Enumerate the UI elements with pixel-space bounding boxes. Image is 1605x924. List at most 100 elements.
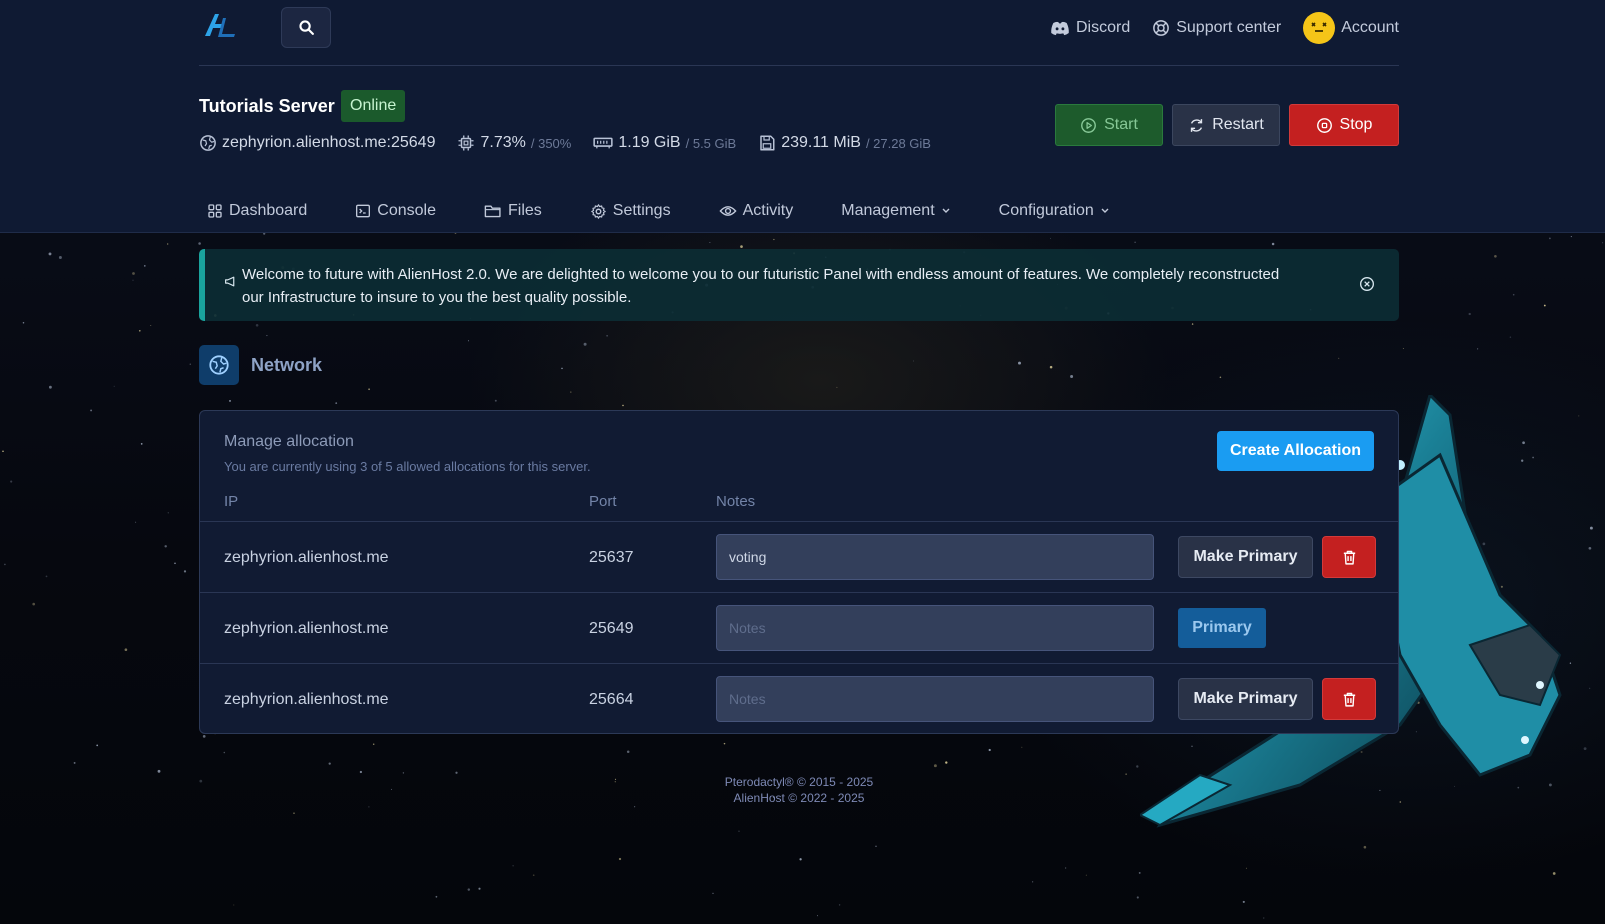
tab-files[interactable]: Files	[476, 193, 542, 229]
chevron-down-icon	[1101, 208, 1109, 213]
star	[933, 764, 937, 768]
star	[90, 409, 93, 412]
allocations-title: Manage allocation	[224, 433, 354, 450]
disk-usage: 239.11 MiB	[781, 134, 861, 151]
tab-settings[interactable]: Settings	[582, 193, 671, 229]
star	[467, 888, 471, 891]
star	[96, 744, 99, 747]
star	[1138, 871, 1141, 874]
star	[1032, 881, 1034, 883]
announcement-text: Welcome to future with AlienHost 2.0. We…	[242, 266, 1280, 306]
allocation-ip: zephyrion.alienhost.me	[224, 549, 389, 566]
server-stats: zephyrion.alienhost.me:25649 7.73% / 350…	[199, 134, 931, 152]
star	[140, 443, 143, 445]
close-icon[interactable]	[1359, 276, 1375, 292]
alienhost-logo[interactable]	[201, 10, 239, 42]
star	[512, 865, 514, 867]
globe-icon	[209, 355, 229, 375]
cpu-limit: / 350%	[530, 135, 572, 151]
tab-management[interactable]: Management	[833, 193, 950, 229]
star	[836, 386, 838, 388]
make-primary-button[interactable]: Make Primary	[1178, 536, 1313, 578]
terminal-icon	[356, 204, 371, 218]
star	[945, 761, 948, 764]
star	[570, 391, 572, 393]
notes-input[interactable]	[716, 534, 1154, 580]
account-link[interactable]: Account	[1303, 12, 1399, 44]
star	[368, 806, 370, 808]
star	[478, 887, 481, 890]
star	[135, 521, 137, 523]
disk-stat: 239.11 MiB / 27.28 GiB	[758, 134, 931, 152]
star	[561, 367, 563, 370]
table-row: zephyrion.alienhost.me 25637 Make Primar…	[200, 521, 1398, 592]
create-allocation-button[interactable]: Create Allocation	[1217, 431, 1374, 471]
allocation-ip: zephyrion.alienhost.me	[224, 691, 389, 708]
tab-management-label: Management	[841, 202, 935, 219]
primary-badge: Primary	[1178, 608, 1266, 648]
tab-activity[interactable]: Activity	[711, 193, 793, 229]
chevron-down-icon	[942, 208, 950, 213]
gear-icon	[590, 203, 606, 219]
support-center-link[interactable]: Support center	[1152, 12, 1281, 44]
memory-icon	[593, 137, 613, 149]
star	[202, 735, 206, 738]
search-button[interactable]	[281, 7, 331, 48]
star	[583, 342, 587, 346]
star	[773, 238, 775, 241]
star	[359, 770, 363, 774]
restart-button[interactable]: Restart	[1172, 104, 1280, 146]
tab-files-label: Files	[507, 202, 542, 219]
footer-pterodactyl: Pterodactyl® © 2015 - 2025	[724, 775, 874, 789]
star	[606, 335, 608, 337]
star	[494, 399, 497, 402]
notes-input[interactable]	[716, 676, 1154, 722]
tab-console[interactable]: Console	[347, 193, 436, 229]
star	[1509, 336, 1512, 338]
section-title: Network	[251, 354, 323, 375]
stop-button[interactable]: Stop	[1289, 104, 1399, 146]
star	[1543, 304, 1546, 307]
discord-link[interactable]: Discord	[1050, 12, 1130, 44]
star	[817, 915, 819, 917]
footer-alienhost: AlienHost © 2022 - 2025	[733, 791, 865, 805]
star	[372, 743, 375, 746]
delete-allocation-button[interactable]	[1322, 536, 1376, 578]
star	[709, 242, 711, 244]
discord-label: Discord	[1076, 19, 1131, 36]
support-center-label: Support center	[1176, 19, 1282, 36]
star	[618, 857, 622, 861]
save-disk-icon	[760, 135, 775, 151]
server-info: Tutorials Server Online zephyrion.alienh…	[199, 88, 1399, 168]
star	[875, 845, 877, 847]
grid-icon	[208, 204, 222, 218]
server-name: Tutorials Server	[199, 96, 335, 116]
column-header-notes: Notes	[716, 493, 756, 510]
star	[634, 806, 636, 808]
tab-configuration[interactable]: Configuration	[991, 193, 1110, 229]
start-button[interactable]: Start	[1055, 104, 1163, 146]
star	[1018, 361, 1021, 365]
lifebuoy-icon	[1153, 20, 1170, 36]
star	[1134, 241, 1136, 243]
star	[988, 748, 991, 752]
cpu-usage: 7.73%	[480, 134, 526, 151]
star	[4, 563, 6, 566]
cpu-icon	[458, 135, 474, 151]
star	[1512, 293, 1515, 296]
star	[1021, 746, 1023, 748]
server-address: zephyrion.alienhost.me:25649	[222, 134, 436, 151]
delete-allocation-button[interactable]	[1322, 678, 1376, 720]
tab-dashboard[interactable]: Dashboard	[199, 193, 307, 229]
star	[1338, 357, 1340, 359]
notes-input[interactable]	[716, 605, 1154, 651]
make-primary-button[interactable]: Make Primary	[1178, 678, 1313, 720]
memory-usage: 1.19 GiB	[618, 134, 681, 151]
star	[73, 761, 76, 764]
star	[183, 570, 187, 573]
network-section-icon	[199, 345, 239, 385]
cpu-stat: 7.73% / 350%	[457, 134, 571, 152]
address-stat: zephyrion.alienhost.me:25649	[199, 134, 435, 152]
trash-icon	[1343, 550, 1355, 565]
refresh-icon	[1191, 118, 1203, 132]
